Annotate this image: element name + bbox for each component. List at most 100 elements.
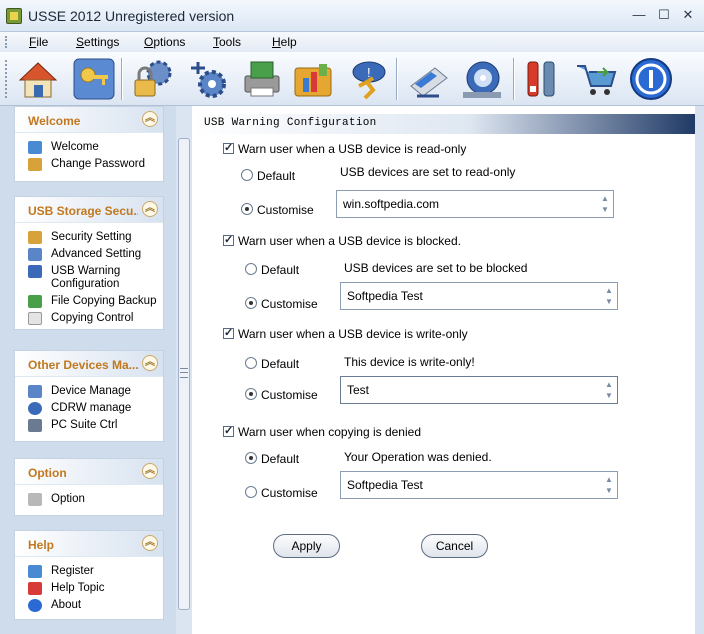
sidebar-item-file-copying-backup[interactable]: File Copying Backup [15,293,163,310]
sidebar-item-usb-warning[interactable]: USB Warning Configuration [15,263,155,293]
sidebar-item-device-manage[interactable]: Device Manage [15,383,163,400]
runner-chat-icon[interactable]: ! [345,56,391,102]
read-only-warning-checkbox[interactable] [223,141,234,154]
read-only-customise-radio[interactable] [241,203,253,215]
advanced-icon [28,248,42,261]
copy-denied-custom-message-field[interactable]: Softpedia Test ▲ ▼ [340,471,618,499]
sidebar-item-cdrw-manage[interactable]: CDRW manage [15,400,163,417]
sidebar-item-option[interactable]: Option [15,491,163,508]
sidebar-item-copying-control[interactable]: Copying Control [15,310,163,327]
blocked-default-radio[interactable] [245,263,257,275]
device-network-icon[interactable] [405,56,451,102]
menu-settings[interactable]: Settings [76,35,119,49]
cart-icon[interactable] [573,56,619,102]
copy-denied-default-message: Your Operation was denied. [344,450,492,464]
scroll-up-icon[interactable]: ▲ [604,476,614,484]
close-button[interactable]: ✕ [679,6,697,24]
read-only-custom-message-field[interactable]: win.softpedia.com ▲ ▼ [336,190,614,218]
nav-group-title: Help [28,538,55,552]
info-icon[interactable] [628,56,674,102]
sidebar-item-pc-suite-ctrl[interactable]: PC Suite Ctrl [15,417,163,434]
cdrw-icon [28,402,42,415]
scroll-down-icon[interactable]: ▼ [600,206,610,214]
welcome-icon [28,141,42,154]
navigation-panel: Welcome ︽ Welcome Change Password USB St… [0,106,176,634]
copy-denied-default-label: Default [261,452,300,466]
device-icon [28,385,42,398]
blocked-customise-label: Customise [261,297,318,311]
menu-options[interactable]: Options [144,35,185,49]
chevron-up-icon[interactable]: ︽ [142,201,158,217]
apply-button[interactable]: Apply [273,534,340,558]
tools-icon[interactable] [520,56,566,102]
write-only-default-radio[interactable] [245,357,257,369]
chevron-up-icon[interactable]: ︽ [142,355,158,371]
usb-gear-icon[interactable] [185,56,231,102]
usb-warning-icon [28,265,42,278]
nav-group-header[interactable]: Option ︽ [15,459,163,485]
nav-group-title: USB Storage Secu... [28,204,138,218]
copy-denied-customise-label: Customise [261,486,318,500]
menu-help[interactable]: Help [272,35,297,49]
menu-file[interactable]: File [29,35,48,49]
window-title: USSE 2012 Unregistered version [28,8,235,24]
key-icon [28,158,42,171]
copy-denied-default-radio[interactable] [245,452,257,464]
write-only-custom-message-field[interactable]: Test ▲ ▼ [340,376,618,404]
lock-gear-icon[interactable] [129,56,175,102]
window-border [695,106,704,634]
scrollbar-grip-icon [180,368,188,378]
sidebar-item-register[interactable]: Register [15,563,163,580]
nav-group-title: Option [28,466,67,480]
home-icon[interactable] [15,56,61,102]
sidebar-item-welcome[interactable]: Welcome [15,139,163,156]
title-bar: USSE 2012 Unregistered version — ☐ ✕ [0,0,704,32]
chevron-up-icon[interactable]: ︽ [142,535,158,551]
sidebar-item-about[interactable]: About [15,597,163,614]
write-only-customise-label: Customise [261,388,318,402]
security-icon [28,231,42,244]
chevron-up-icon[interactable]: ︽ [142,463,158,479]
scroll-up-icon[interactable]: ▲ [604,381,614,389]
section-header: USB Warning Configuration [192,114,695,134]
minimize-button[interactable]: — [630,6,648,24]
blocked-default-label: Default [261,263,300,277]
blocked-warning-label: Warn user when a USB device is blocked. [238,234,461,248]
nav-group-header[interactable]: USB Storage Secu... ︽ [15,197,163,223]
nav-group-header[interactable]: Help ︽ [15,531,163,557]
sidebar-item-change-password[interactable]: Change Password [15,156,163,173]
printer-icon[interactable] [239,56,285,102]
cancel-button[interactable]: Cancel [421,534,488,558]
scroll-down-icon[interactable]: ▼ [604,298,614,306]
write-only-warning-label: Warn user when a USB device is write-onl… [238,327,468,341]
folder-chart-icon[interactable] [291,56,337,102]
toolbar-separator [121,58,123,100]
chevron-up-icon[interactable]: ︽ [142,111,158,127]
sidebar-item-advanced-setting[interactable]: Advanced Setting [15,246,163,263]
keys-icon[interactable] [71,56,117,102]
sidebar-item-help-topic[interactable]: Help Topic [15,580,163,597]
nav-group-header[interactable]: Other Devices Ma... ︽ [15,351,163,377]
nav-group-help: Help ︽ Register Help Topic About [14,530,164,620]
read-only-default-radio[interactable] [241,169,253,181]
copy-icon [28,312,42,325]
menu-tools[interactable]: Tools [213,35,241,49]
sidebar-item-security-setting[interactable]: Security Setting [15,229,163,246]
maximize-button[interactable]: ☐ [655,6,673,24]
disc-icon[interactable] [459,56,505,102]
scroll-up-icon[interactable]: ▲ [600,195,610,203]
nav-group-header[interactable]: Welcome ︽ [15,107,163,133]
scroll-down-icon[interactable]: ▼ [604,487,614,495]
blocked-customise-radio[interactable] [245,297,257,309]
write-only-customise-radio[interactable] [245,388,257,400]
phone-icon [28,419,42,432]
write-only-warning-checkbox[interactable] [223,326,234,339]
read-only-default-label: Default [257,169,296,183]
scroll-up-icon[interactable]: ▲ [604,287,614,295]
toolbar-separator [396,58,398,100]
scroll-down-icon[interactable]: ▼ [604,392,614,400]
copy-denied-warning-checkbox[interactable] [223,424,234,437]
blocked-custom-message-field[interactable]: Softpedia Test ▲ ▼ [340,282,618,310]
blocked-warning-checkbox[interactable] [223,233,234,246]
copy-denied-customise-radio[interactable] [245,486,257,498]
